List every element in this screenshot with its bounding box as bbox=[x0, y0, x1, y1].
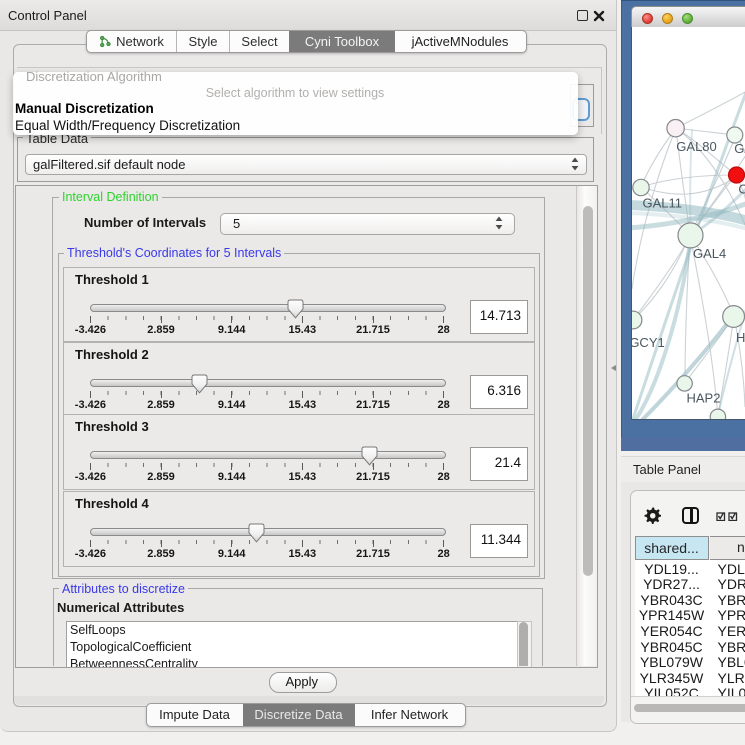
svg-text:C: C bbox=[738, 181, 745, 196]
svg-text:GAL4: GAL4 bbox=[693, 246, 726, 261]
svg-text:GAL80: GAL80 bbox=[676, 139, 716, 154]
svg-text:HAP2: HAP2 bbox=[687, 391, 721, 406]
svg-text:GAL11: GAL11 bbox=[643, 196, 683, 211]
svg-text:GCY1: GCY1 bbox=[632, 335, 665, 350]
svg-text:GA: GA bbox=[734, 141, 745, 156]
svg-text:H: H bbox=[736, 330, 745, 345]
